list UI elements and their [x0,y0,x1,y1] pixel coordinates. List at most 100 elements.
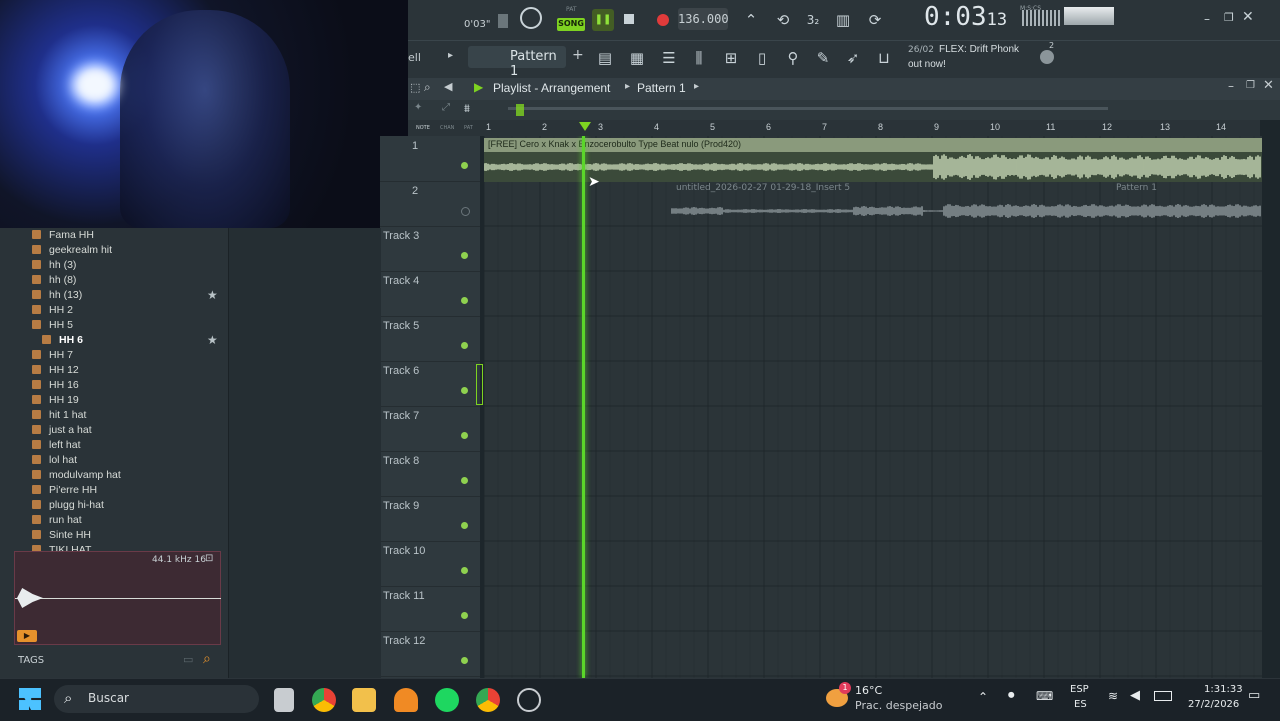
browser-item[interactable]: hh (3) [32,258,76,273]
pl-restore-icon[interactable]: ❐ [1246,80,1255,91]
track-header[interactable]: Track 10 [380,541,480,587]
master-volume[interactable] [1064,7,1114,25]
news-text[interactable]: FLEX: Drift Phonk [939,44,1019,55]
track-mute-icon[interactable] [461,567,468,574]
snap-tool-icon[interactable]: ⩩ [464,102,470,116]
time-scroll-thumb[interactable] [516,104,524,116]
select-tool-icon[interactable]: ⬚ [410,81,420,94]
track-header[interactable]: Track 11 [380,586,480,632]
browser-item[interactable]: hh (13) [32,288,82,303]
folder-icon[interactable]: ▭ [183,653,193,666]
news-text-2[interactable]: out now! [908,59,946,70]
browser-item[interactable]: hh (8) [32,273,76,288]
cart-icon[interactable]: ⊔ [873,47,895,69]
plugin-icon[interactable]: ⚲ [782,47,804,69]
lang-2[interactable]: ES [1074,699,1087,710]
tools-icon[interactable]: ✎ [812,47,834,69]
track-header[interactable]: Track 3 [380,226,480,272]
play-button[interactable]: ❚❚ [592,9,614,31]
audio-clip-1[interactable]: [FREE] Cero x Knak x Enzocerobulto Type … [484,138,1262,182]
arrow-right-icon[interactable]: ▸ [448,50,453,61]
browser-item[interactable]: plugg hi-hat [32,498,104,513]
volume-icon[interactable]: ◀ [1130,688,1140,703]
track-mute-icon[interactable] [461,297,468,304]
brush-tool-icon[interactable]: ⤢ [442,102,450,113]
battery-icon[interactable] [1154,691,1172,701]
browser-item[interactable]: HH 5 [32,318,73,333]
browser-item[interactable]: modulvamp hat [32,468,121,483]
track-selection[interactable] [476,364,483,405]
track-header[interactable]: 1 [380,136,480,182]
fl-studio-icon[interactable] [394,688,418,712]
browser-item[interactable]: Pi'erre HH [32,483,97,498]
microphone-icon[interactable]: ⏺ [1008,688,1015,703]
file-explorer-icon[interactable] [274,688,294,712]
time-scrollbar[interactable] [508,107,1108,110]
browser-item[interactable]: lol hat [32,453,77,468]
wifi-icon[interactable]: ≋ [1108,689,1118,703]
tempo-knob-icon[interactable] [520,7,542,29]
close-icon[interactable]: ✕ [1242,9,1254,25]
track-mute-icon[interactable] [461,522,468,529]
track-header[interactable]: Track 4 [380,271,480,317]
chrome-2-icon[interactable] [476,688,500,712]
export-icon[interactable]: ➶ [842,47,864,69]
calendar-icon[interactable]: ⊡ [205,553,213,564]
minimize-icon[interactable]: – [1204,12,1210,26]
clock-date[interactable]: 27/2/2026 [1188,699,1239,710]
keyboard-icon[interactable]: ▥ [832,9,854,31]
playlist-pattern[interactable]: Pattern 1 [637,81,686,95]
track-mute-icon[interactable] [461,342,468,349]
browser-item[interactable]: HH 12 [32,363,79,378]
browser-item[interactable]: HH 7 [32,348,73,363]
track-header[interactable]: Track 12 [380,631,480,677]
weather-temp[interactable]: 16°C [855,684,882,697]
track-mute-icon[interactable] [461,387,468,394]
pl-close-icon[interactable]: ✕ [1263,78,1274,93]
browser-item[interactable]: HH 2 [32,303,73,318]
track-header[interactable]: Track 8 [380,451,480,497]
step-icon[interactable]: 3₂ [802,9,824,31]
track-mute-icon[interactable] [461,162,468,169]
track-header[interactable]: Track 7 [380,406,480,452]
channel-rack-icon[interactable]: ☰ [658,47,680,69]
browser-item[interactable]: HH 16 [32,378,79,393]
piano-roll-icon[interactable]: ▦ [626,47,648,69]
track-header[interactable]: Track 9 [380,496,480,542]
stop-button[interactable] [624,14,634,24]
mixer-icon[interactable]: ⫼ [688,47,710,69]
browser-item[interactable]: hit 1 hat [32,408,86,423]
playlist-grid[interactable]: [FREE] Cero x Knak x Enzocerobulto Type … [484,136,1262,678]
track-mute-icon[interactable] [461,252,468,259]
metronome-icon[interactable] [498,14,508,28]
snap-icon[interactable]: ⌃ [740,9,762,31]
app-icon[interactable] [517,688,541,712]
tempo-display[interactable]: 136.000 [678,8,729,30]
spotify-icon[interactable] [435,688,459,712]
audio-clip-2[interactable]: untitled_2026-02-27 01-29-18_Insert 5 Pa… [664,182,1262,226]
playlist-icon[interactable]: ▤ [594,47,616,69]
arrow-tool-icon[interactable]: ✦ [414,102,422,113]
browser-item[interactable]: HH 6 [42,333,83,348]
track-mute-icon[interactable] [461,657,468,664]
zoom-icon[interactable]: ⌕ [424,80,431,95]
track-mute-icon[interactable] [461,207,470,216]
keyboard-tray-icon[interactable]: ⌨ [1036,689,1053,703]
tray-chevron-icon[interactable]: ⌃ [978,690,988,704]
track-mute-icon[interactable] [461,432,468,439]
track-header[interactable]: Track 5 [380,316,480,362]
track-mute-icon[interactable] [461,612,468,619]
browser-item[interactable]: Sinte HH [32,528,91,543]
preview-play-icon[interactable]: ▶ [17,630,37,642]
taskbar-search[interactable]: ⌕ Buscar [54,685,259,713]
folder-app-icon[interactable] [352,688,376,712]
playhead[interactable] [582,136,585,678]
song-mode-button[interactable]: SONG [557,18,585,31]
pl-minimize-icon[interactable]: – [1228,79,1234,93]
track-header[interactable]: Track 6 [380,361,480,407]
star-icon[interactable]: ★ [207,333,218,347]
weather-desc[interactable]: Prac. despejado [855,699,942,712]
sample-preview[interactable]: 44.1 kHz 16 ⊡ ▶ [14,551,221,645]
wait-icon[interactable]: ⟳ [864,9,886,31]
timeline-ruler[interactable]: 1 2 3 4 5 6 7 8 9 10 11 12 13 14 [480,120,1260,136]
